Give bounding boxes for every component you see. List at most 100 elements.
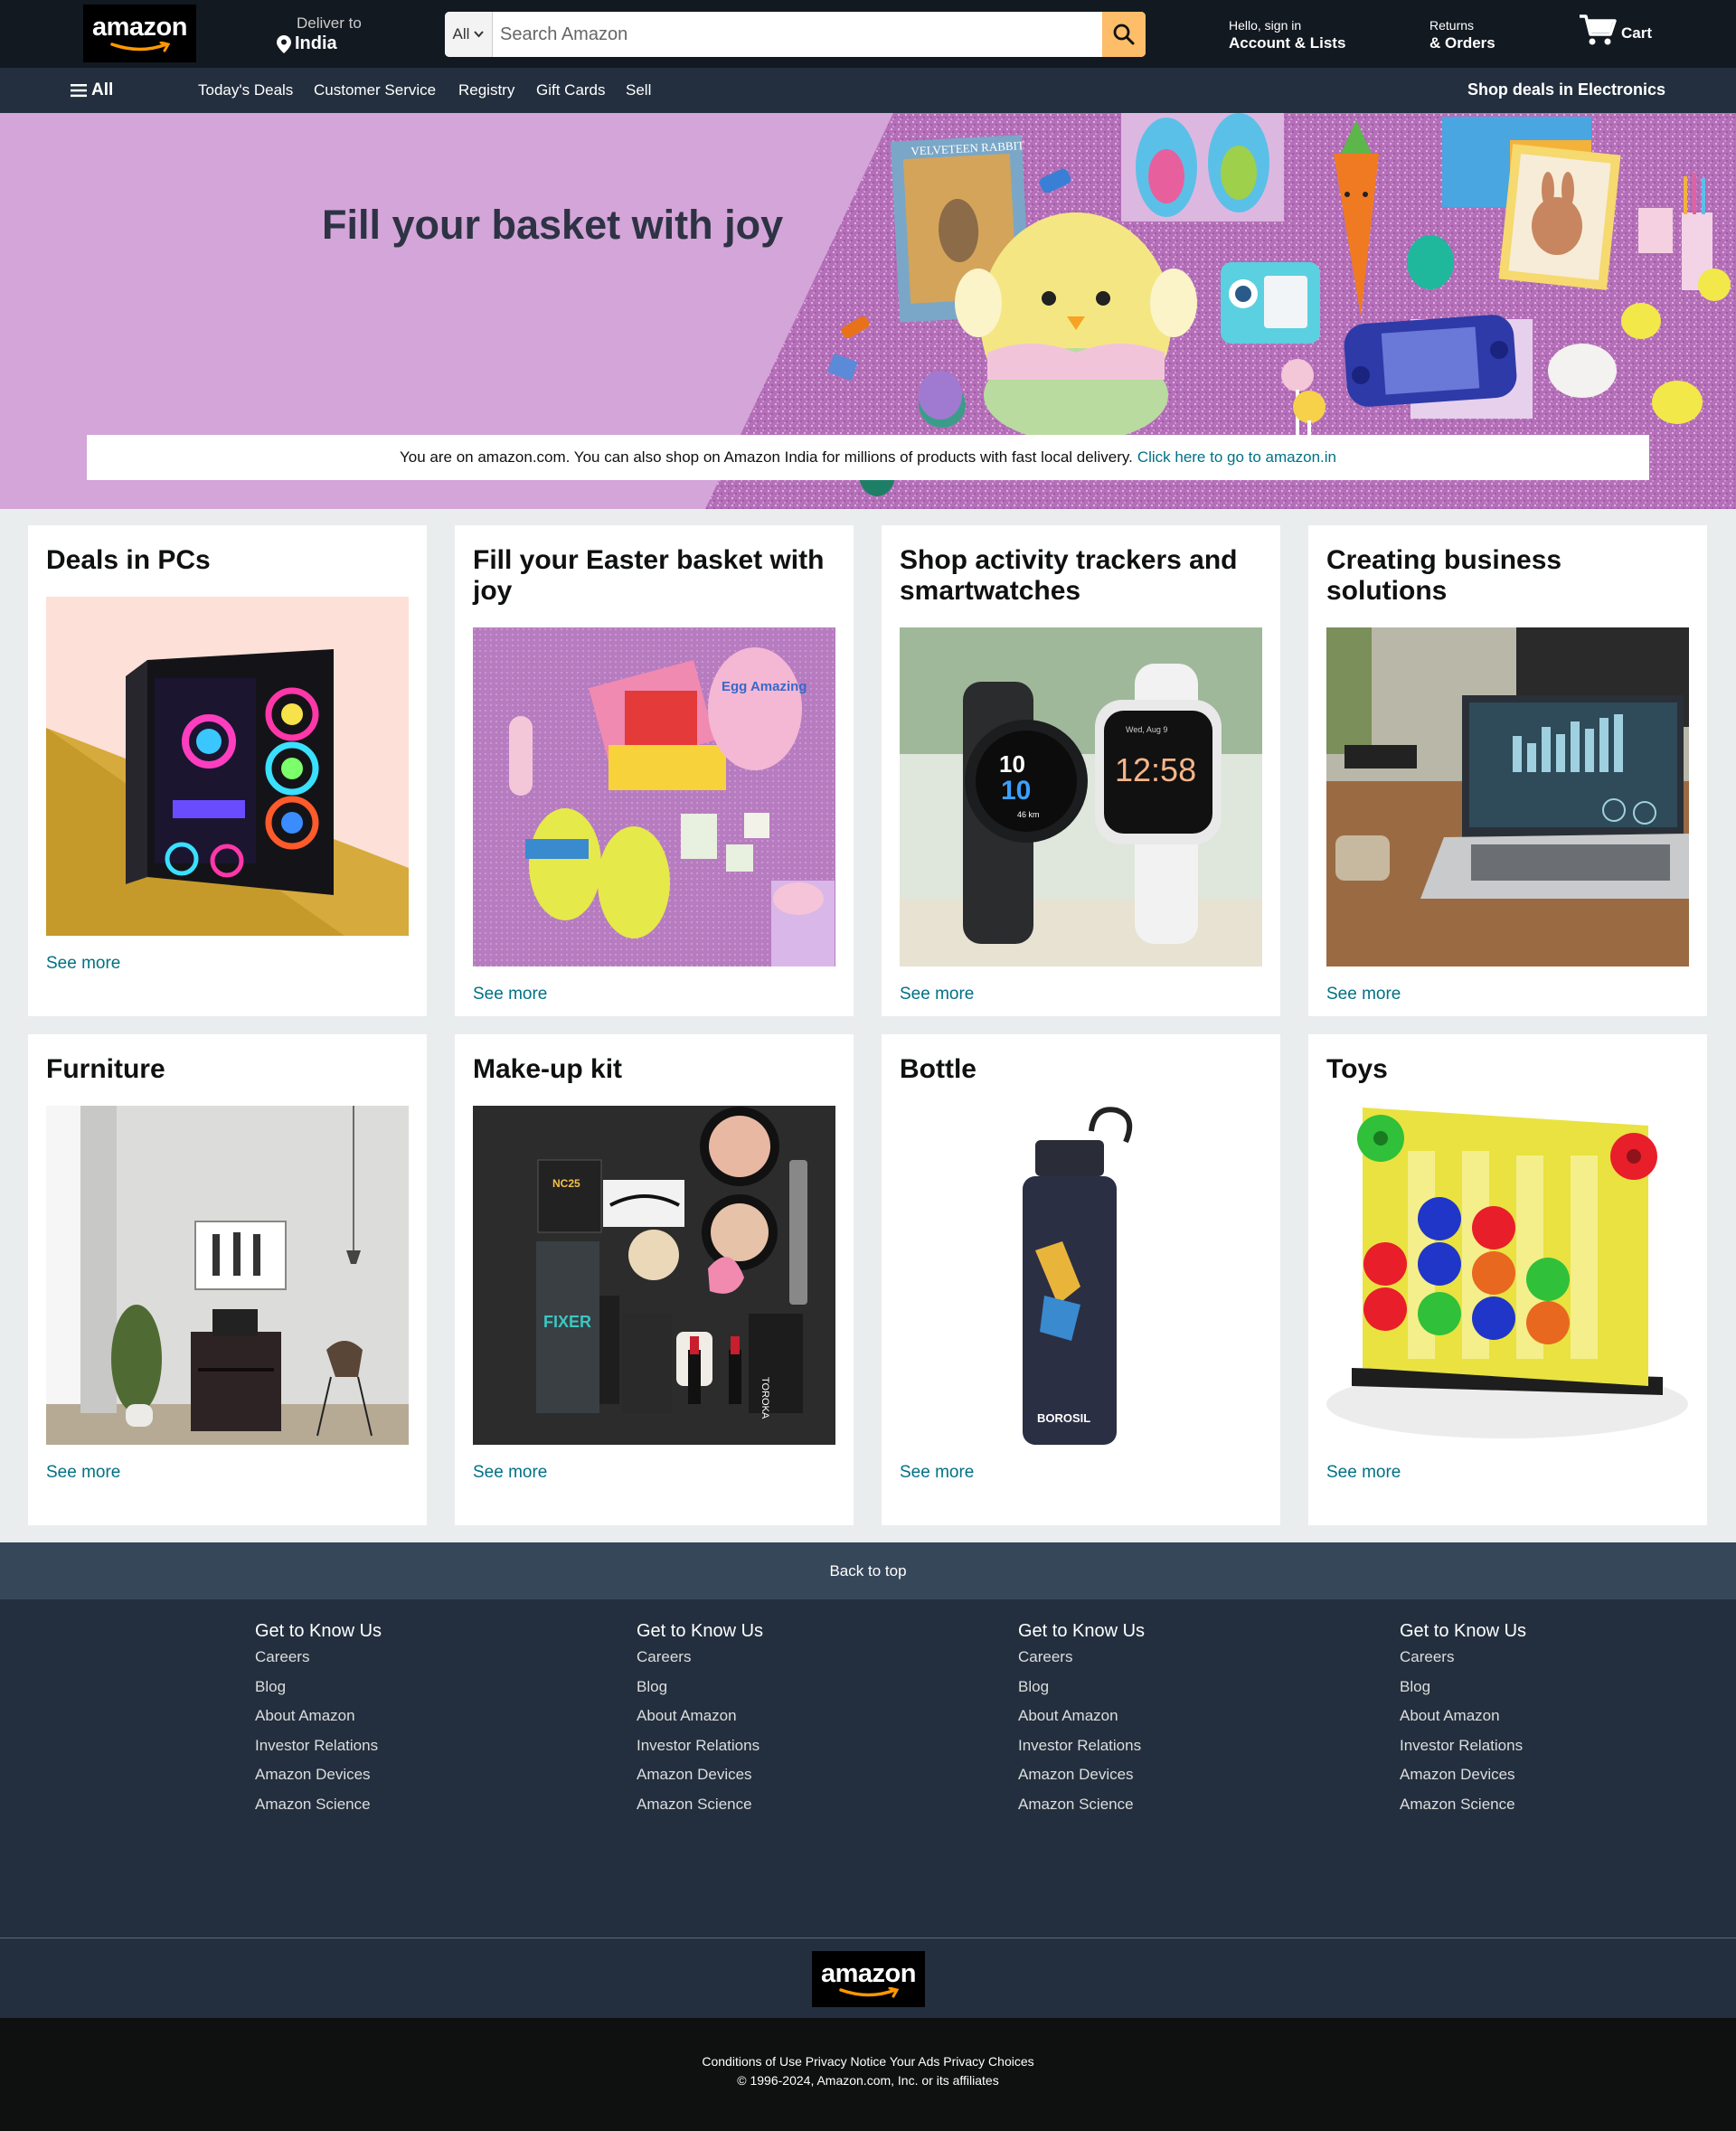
top-header: amazon Deliver to India All Hello, sign …: [0, 0, 1736, 68]
card-easter-basket: Fill your Easter basket with joy Egg Ama…: [455, 525, 854, 1016]
footer-link-devices[interactable]: Amazon Devices: [1400, 1766, 1526, 1796]
footer-link-blog[interactable]: Blog: [255, 1678, 382, 1708]
footer-link-devices[interactable]: Amazon Devices: [255, 1766, 382, 1796]
search-button[interactable]: [1102, 12, 1146, 57]
watch-metric-text: 10: [1001, 776, 1031, 806]
cart-label: Cart: [1621, 24, 1653, 42]
footer-link-science[interactable]: Amazon Science: [637, 1796, 763, 1825]
easter-items-image: Egg Amazing: [473, 627, 835, 966]
footer-logo-wordmark: amazon: [821, 1958, 916, 1988]
furniture-room-image: [46, 1106, 409, 1445]
card-image-makeup[interactable]: NC25 FIXER TOROKA: [473, 1106, 835, 1445]
card-image-smartwatches[interactable]: 10 10 46 km Wed, Aug 9 12:58: [900, 627, 1262, 966]
footer-link-devices[interactable]: Amazon Devices: [637, 1766, 763, 1796]
search-input[interactable]: [493, 12, 1102, 57]
nav-link-registry[interactable]: Registry: [458, 81, 514, 99]
footer-link-careers[interactable]: Careers: [1400, 1648, 1526, 1678]
logo-wordmark: amazon: [92, 13, 187, 42]
returns-label: Returns: [1429, 18, 1475, 33]
nav-link-sell[interactable]: Sell: [626, 81, 651, 99]
cart-link[interactable]: Cart: [1578, 13, 1652, 47]
footer-column: Get to Know Us Careers Blog About Amazon…: [1400, 1621, 1526, 1825]
footer-column-heading: Get to Know Us: [255, 1621, 382, 1641]
card-title: Bottle: [900, 1054, 976, 1084]
footer-link-careers[interactable]: Careers: [1018, 1648, 1145, 1678]
footer-link-investor[interactable]: Investor Relations: [637, 1737, 763, 1767]
see-more-link[interactable]: See more: [1326, 985, 1401, 1004]
location-pin-icon: [277, 34, 291, 53]
card-bottle: Bottle BOROSIL See more: [882, 1034, 1280, 1525]
card-title: Furniture: [46, 1054, 165, 1084]
returns-orders-link[interactable]: Returns & Orders: [1429, 18, 1495, 52]
footer-link-blog[interactable]: Blog: [1400, 1678, 1526, 1708]
amazon-logo[interactable]: amazon: [83, 5, 196, 62]
legal-footer: Conditions of Use Privacy Notice Your Ad…: [0, 2018, 1736, 2131]
amazon-india-link[interactable]: Click here to go to amazon.in: [1137, 448, 1336, 467]
footer-link-about[interactable]: About Amazon: [255, 1707, 382, 1737]
watch-distance-text: 46 km: [1017, 810, 1040, 819]
chevron-down-icon: [474, 31, 485, 38]
footer-link-science[interactable]: Amazon Science: [255, 1796, 382, 1825]
see-more-link[interactable]: See more: [46, 954, 120, 974]
card-image-gaming-pc[interactable]: [46, 597, 409, 936]
hero-banner[interactable]: VELVETEEN RABBIT Fill your basket with j…: [0, 113, 1736, 509]
footer-column-heading: Get to Know Us: [637, 1621, 764, 1641]
footer-link-blog[interactable]: Blog: [637, 1678, 763, 1708]
nav-link-gift-cards[interactable]: Gift Cards: [536, 81, 606, 99]
footer-link-blog[interactable]: Blog: [1018, 1678, 1145, 1708]
account-label: Account & Lists: [1229, 34, 1346, 52]
see-more-link[interactable]: See more: [900, 1463, 974, 1483]
footer-amazon-logo[interactable]: amazon: [812, 1951, 925, 2007]
card-business-solutions: Creating business solutions See more: [1308, 525, 1707, 1016]
search-category-select[interactable]: All: [445, 12, 493, 57]
cart-icon: [1580, 14, 1617, 45]
india-notice-banner: You are on amazon.com. You can also shop…: [87, 435, 1649, 480]
footer-link-science[interactable]: Amazon Science: [1018, 1796, 1145, 1825]
see-more-link[interactable]: See more: [46, 1463, 120, 1483]
all-menu-label: All: [91, 80, 114, 99]
nav-link-customer-service[interactable]: Customer Service: [314, 81, 436, 99]
search-icon: [1113, 24, 1135, 45]
back-to-top-button[interactable]: Back to top: [0, 1542, 1736, 1599]
india-notice-text: You are on amazon.com. You can also shop…: [400, 448, 1133, 466]
footer-link-careers[interactable]: Careers: [637, 1648, 763, 1678]
footer-column: Get to Know Us Careers Blog About Amazon…: [1018, 1621, 1145, 1825]
nav-promo-electronics[interactable]: Shop deals in Electronics: [1467, 80, 1665, 99]
see-more-link[interactable]: See more: [473, 985, 547, 1004]
footer-link-devices[interactable]: Amazon Devices: [1018, 1766, 1145, 1796]
footer-link-careers[interactable]: Careers: [255, 1648, 382, 1678]
footer-link-investor[interactable]: Investor Relations: [1018, 1737, 1145, 1767]
footer-link-investor[interactable]: Investor Relations: [255, 1737, 382, 1767]
card-title: Shop activity trackers and smartwatches: [900, 545, 1238, 606]
makeup-foundation-label: NC25: [552, 1177, 580, 1190]
see-more-link[interactable]: See more: [900, 985, 974, 1004]
legal-links[interactable]: Conditions of Use Privacy Notice Your Ad…: [0, 2054, 1736, 2069]
account-greeting: Hello, sign in: [1229, 18, 1302, 33]
card-image-bottle[interactable]: BOROSIL: [900, 1106, 1262, 1445]
makeup-fixer-label: FIXER: [543, 1313, 591, 1331]
account-lists-menu[interactable]: Hello, sign in Account & Lists: [1229, 18, 1345, 52]
deliver-to-location[interactable]: Deliver to India: [277, 14, 362, 54]
card-smartwatches: Shop activity trackers and smartwatches …: [882, 525, 1280, 1016]
all-menu-button[interactable]: All: [71, 80, 113, 100]
card-image-toys[interactable]: [1326, 1106, 1689, 1445]
watch-clock-text: 12:58: [1115, 751, 1196, 788]
footer-link-investor[interactable]: Investor Relations: [1400, 1737, 1526, 1767]
footer-link-science[interactable]: Amazon Science: [1400, 1796, 1526, 1825]
card-image-easter-items[interactable]: Egg Amazing: [473, 627, 835, 966]
footer-column-heading: Get to Know Us: [1400, 1621, 1527, 1641]
card-image-laptop[interactable]: [1326, 627, 1689, 966]
footer-link-about[interactable]: About Amazon: [1018, 1707, 1145, 1737]
footer-column: Get to Know Us Careers Blog About Amazon…: [637, 1621, 763, 1825]
water-bottle-image: BOROSIL: [900, 1106, 1262, 1445]
footer-link-about[interactable]: About Amazon: [1400, 1707, 1526, 1737]
see-more-link[interactable]: See more: [1326, 1463, 1401, 1483]
nav-link-todays-deals[interactable]: Today's Deals: [198, 81, 293, 99]
makeup-kit-image: NC25 FIXER TOROKA: [473, 1106, 835, 1445]
footer-links: Get to Know Us Careers Blog About Amazon…: [0, 1599, 1736, 1938]
card-image-furniture[interactable]: [46, 1106, 409, 1445]
card-title: Fill your Easter basket with joy: [473, 545, 825, 606]
card-furniture: Furniture See more: [28, 1034, 427, 1525]
see-more-link[interactable]: See more: [473, 1463, 547, 1483]
footer-link-about[interactable]: About Amazon: [637, 1707, 763, 1737]
